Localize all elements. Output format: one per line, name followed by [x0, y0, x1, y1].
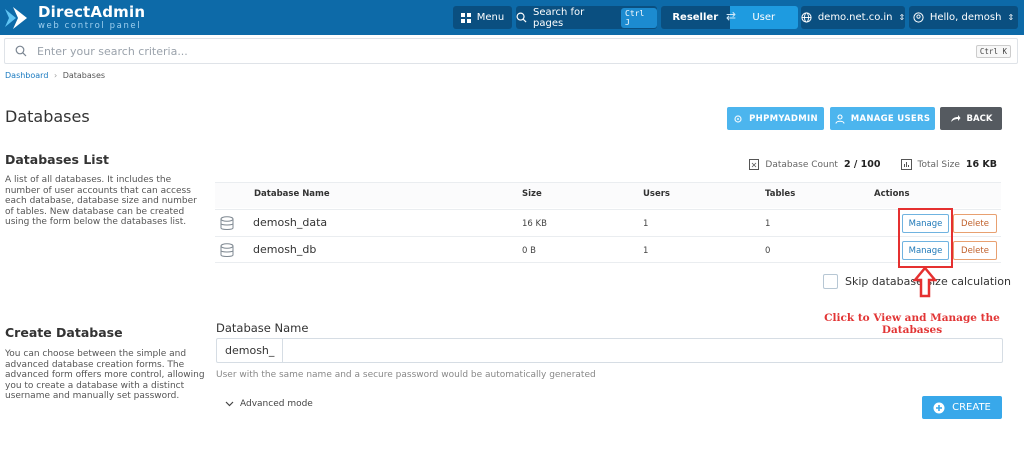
logo-title: DirectAdmin [38, 2, 146, 21]
chart-icon [900, 159, 912, 170]
phpmyadmin-label: PHPMYADMIN [749, 113, 818, 124]
database-tables: 1 [765, 219, 771, 229]
column-header-name[interactable]: Database Name [254, 189, 330, 199]
column-header-tables[interactable]: Tables [765, 189, 795, 199]
search-pages-shortcut: Ctrl J [621, 7, 657, 28]
database-tables: 0 [765, 246, 771, 256]
advanced-mode-toggle[interactable]: Advanced mode [225, 399, 313, 409]
breadcrumb: Dashboard › Databases [5, 71, 105, 80]
total-size-value: 16 KB [965, 159, 997, 170]
back-label: BACK [966, 113, 993, 124]
create-button[interactable]: CREATE [922, 396, 1002, 419]
annotation-text: Click to View and Manage the Databases [824, 312, 1000, 336]
role-switch[interactable]: Reseller User ⇄ [661, 6, 798, 29]
manage-users-label: MANAGE USERS [850, 113, 931, 124]
database-size: 0 B [522, 246, 536, 256]
gear-icon [734, 114, 742, 123]
skip-size-checkbox[interactable] [823, 274, 838, 289]
total-size-label: Total Size [917, 159, 960, 170]
share-arrow-icon [950, 115, 961, 122]
search-icon [516, 12, 527, 23]
domain-selector[interactable]: demo.net.co.in ⇕ [801, 6, 905, 29]
search-pages-label: Search for pages [533, 6, 585, 29]
global-search: Ctrl K [4, 38, 1018, 64]
databases-list-title: Databases List [5, 152, 109, 167]
chevron-down-icon [225, 401, 234, 407]
column-header-actions: Actions [874, 189, 910, 199]
database-name[interactable]: demosh_data [253, 216, 327, 229]
logo-subtitle: web control panel [38, 20, 142, 31]
breadcrumb-current: Databases [62, 71, 106, 80]
database-size: 16 KB [522, 219, 547, 229]
search-shortcut: Ctrl K [975, 45, 1011, 58]
delete-button[interactable]: Delete [953, 214, 997, 233]
menu-button[interactable]: Menu [453, 6, 512, 29]
database-name-label: Database Name [216, 321, 309, 335]
user-icon [835, 113, 845, 124]
database-stats: Database Count 2 / 100 Total Size 16 KB [749, 159, 997, 170]
databases-list-description: A list of all databases. It includes the… [5, 175, 197, 227]
advanced-mode-label: Advanced mode [240, 399, 313, 409]
page-title: Databases [5, 107, 90, 126]
table-row: demosh_data 16 KB 1 1 Manage Delete [215, 209, 1001, 236]
database-users: 1 [643, 219, 649, 229]
create-label: CREATE [952, 402, 991, 413]
grid-icon [460, 12, 471, 23]
column-header-size[interactable]: Size [522, 189, 542, 199]
delete-button[interactable]: Delete [953, 241, 997, 260]
search-input[interactable] [37, 44, 837, 58]
plus-circle-icon [933, 402, 945, 413]
manage-highlight-box [898, 208, 953, 268]
role-user-option[interactable]: User [729, 6, 798, 29]
create-database-description: You can choose between the simple and ad… [5, 349, 205, 401]
database-count-label: Database Count [765, 159, 838, 170]
switch-arrows-icon: ⇄ [725, 9, 737, 23]
directadmin-logo[interactable]: DirectAdmin web control panel [2, 2, 145, 33]
directadmin-logo-icon [5, 6, 27, 29]
database-name-hint: User with the same name and a secure pas… [216, 370, 596, 380]
database-name-field: demosh_ [216, 338, 1003, 363]
database-icon [220, 243, 234, 257]
menu-label: Menu [476, 12, 505, 23]
table-row: demosh_db 0 B 1 0 Manage Delete [215, 236, 1001, 263]
manage-users-button[interactable]: MANAGE USERS [830, 107, 935, 130]
breadcrumb-separator: › [53, 71, 58, 80]
database-count-value: 2 / 100 [843, 159, 881, 170]
breadcrumb-dashboard-link[interactable]: Dashboard [5, 71, 48, 80]
database-count-icon [749, 159, 760, 170]
greeting-label: Hello, demosh [929, 12, 1002, 23]
domain-label: demo.net.co.in [817, 12, 893, 23]
back-button[interactable]: BACK [940, 107, 1002, 130]
phpmyadmin-button[interactable]: PHPMYADMIN [727, 107, 824, 130]
user-circle-icon [913, 12, 924, 23]
database-icon [220, 216, 234, 230]
database-name-input[interactable] [279, 343, 979, 356]
search-icon [15, 45, 27, 57]
create-database-title: Create Database [5, 325, 123, 340]
database-users: 1 [643, 246, 649, 256]
top-navigation-bar: DirectAdmin web control panel Menu Searc… [0, 0, 1024, 35]
role-reseller-option[interactable]: Reseller [661, 6, 730, 29]
user-menu[interactable]: Hello, demosh ⇕ [909, 6, 1018, 29]
arrow-up-icon [913, 266, 937, 298]
column-header-users[interactable]: Users [643, 189, 670, 199]
chevron-updown-icon: ⇕ [1007, 13, 1015, 22]
search-pages-button[interactable]: Search for pages Ctrl J [516, 6, 657, 29]
database-name-prefix: demosh_ [217, 339, 284, 362]
chevron-updown-icon: ⇕ [898, 13, 906, 22]
database-name[interactable]: demosh_db [253, 243, 316, 256]
globe-icon [801, 12, 812, 23]
